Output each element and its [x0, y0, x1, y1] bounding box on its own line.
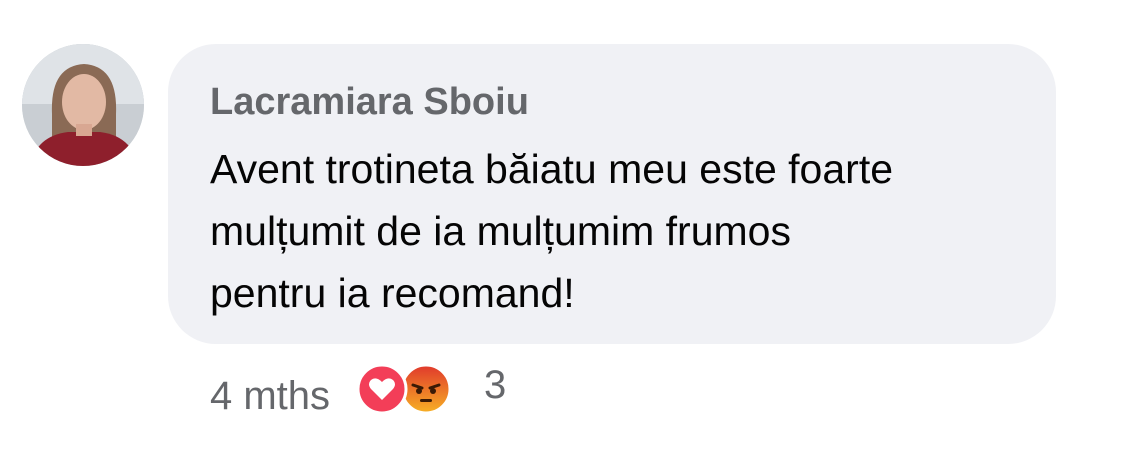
love-reaction-icon	[356, 363, 408, 415]
comment-bubble: Lacramiara Sboiu Avent trotineta băiatu …	[168, 44, 1056, 344]
comment-text-line: pentru ia recomand!	[210, 270, 575, 316]
comment-text-line: mulțumit de ia mulțumim frumos	[210, 208, 791, 254]
avatar-photo	[22, 44, 144, 166]
comment: Lacramiara Sboiu Avent trotineta băiatu …	[0, 0, 1125, 460]
reaction-count[interactable]: 3	[484, 363, 506, 408]
author-name[interactable]: Lacramiara Sboiu	[210, 80, 1014, 124]
avatar[interactable]	[22, 44, 144, 166]
comment-text-line: Avent trotineta băiatu meu este foarte	[210, 146, 894, 192]
timestamp[interactable]: 4 mths	[210, 366, 330, 426]
reactions-summary[interactable]	[356, 363, 456, 415]
comment-meta: 4 mths 3	[210, 362, 506, 422]
